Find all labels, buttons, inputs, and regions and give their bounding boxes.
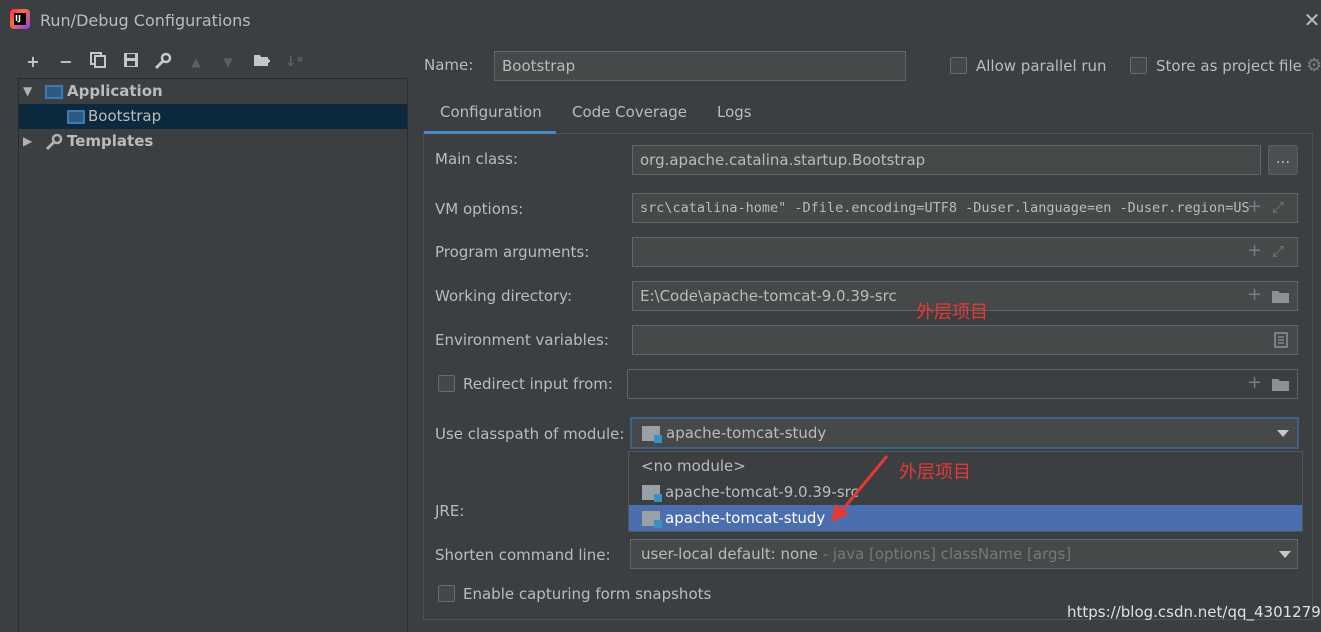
configuration-tree: ▼ Application Bootstrap ▶ Templates: [18, 78, 408, 632]
close-icon[interactable]: ✕: [1300, 8, 1321, 32]
browse-button[interactable]: ...: [1268, 145, 1298, 175]
allow-parallel-label: Allow parallel run: [976, 57, 1107, 75]
environment-variables-field[interactable]: [632, 325, 1298, 355]
main-class-field[interactable]: org.apache.catalina.startup.Bootstrap: [632, 145, 1261, 175]
store-project-checkbox[interactable]: [1130, 57, 1147, 74]
name-label: Name:: [424, 56, 474, 74]
add-icon[interactable]: +: [1247, 237, 1262, 265]
snapshots-label: Enable capturing form snapshots: [463, 585, 712, 603]
expand-arrow-icon[interactable]: ▼: [23, 79, 32, 104]
shorten-value: user-local default: none: [641, 545, 818, 563]
dropdown-option-tomcat-study[interactable]: apache-tomcat-study: [629, 505, 1302, 531]
folder-icon[interactable]: [1271, 377, 1291, 396]
watermark: https://blog.csdn.net/qq_43012792: [1067, 603, 1321, 621]
shorten-hint: - java [options] className [args]: [817, 545, 1072, 563]
tree-item-application[interactable]: ▼ Application: [19, 79, 407, 104]
tree-item-label: Application: [67, 82, 163, 100]
chevron-down-icon[interactable]: [1277, 430, 1289, 437]
move-up-icon[interactable]: ▲: [185, 52, 207, 72]
redirect-input-label: Redirect input from:: [463, 375, 613, 393]
add-icon[interactable]: +: [1247, 281, 1262, 309]
module-icon: [642, 511, 662, 528]
wrench-icon[interactable]: [152, 52, 174, 72]
window-title: Run/Debug Configurations: [40, 11, 251, 30]
application-icon: [45, 85, 63, 99]
selected-module: apache-tomcat-study: [666, 424, 827, 442]
expand-arrow-icon[interactable]: ▶: [23, 129, 32, 154]
tree-item-bootstrap[interactable]: Bootstrap: [19, 104, 407, 129]
annotation-note: 外层项目: [916, 302, 988, 323]
allow-parallel-checkbox[interactable]: [950, 57, 967, 74]
jre-label: JRE:: [435, 502, 465, 520]
working-directory-label: Working directory:: [435, 287, 573, 305]
vm-options-label: VM options:: [435, 200, 524, 218]
name-field[interactable]: Bootstrap: [494, 51, 906, 81]
add-icon[interactable]: +: [1247, 369, 1262, 397]
tab-configuration[interactable]: Configuration: [424, 100, 556, 134]
tree-item-label: Templates: [67, 132, 154, 150]
folder-icon[interactable]: [1271, 289, 1291, 308]
gear-icon[interactable]: ⚙: [1306, 55, 1321, 76]
module-icon: [642, 485, 662, 502]
expand-icon[interactable]: ⤢: [1272, 193, 1284, 221]
wrench-icon: [45, 129, 63, 159]
copy-icon[interactable]: [87, 52, 109, 72]
new-folder-icon[interactable]: [251, 52, 273, 72]
tree-item-templates[interactable]: ▶ Templates: [19, 129, 407, 154]
classpath-module-label: Use classpath of module:: [435, 425, 625, 443]
tab-code-coverage[interactable]: Code Coverage: [572, 100, 687, 134]
tab-logs[interactable]: Logs: [717, 100, 752, 134]
option-label: apache-tomcat-study: [665, 509, 826, 527]
annotation-arrow: [831, 455, 889, 522]
intellij-logo-icon: IJ: [10, 9, 30, 29]
classpath-module-select[interactable]: apache-tomcat-study: [630, 417, 1299, 449]
annotation-note: 外层项目: [899, 462, 971, 483]
add-icon[interactable]: +: [1247, 193, 1262, 221]
document-icon[interactable]: [1274, 332, 1288, 352]
tree-item-label: Bootstrap: [88, 107, 162, 125]
shorten-command-select[interactable]: user-local default: none - java [options…: [630, 539, 1298, 569]
main-class-label: Main class:: [435, 150, 518, 168]
save-icon[interactable]: [120, 52, 142, 72]
store-project-label: Store as project file: [1156, 57, 1302, 75]
program-arguments-label: Program arguments:: [435, 243, 590, 261]
shorten-command-label: Shorten command line:: [435, 546, 611, 564]
expand-icon[interactable]: ⤢: [1272, 237, 1284, 265]
vm-options-field[interactable]: src\catalina-home" -Dfile.encoding=UTF8 …: [632, 193, 1298, 223]
snapshots-checkbox[interactable]: [438, 585, 455, 602]
add-icon[interactable]: +: [22, 52, 44, 72]
sort-icon[interactable]: ↓ᵃ: [283, 52, 305, 72]
environment-variables-label: Environment variables:: [435, 331, 609, 349]
move-down-icon[interactable]: ▼: [217, 52, 239, 72]
chevron-down-icon[interactable]: [1279, 551, 1291, 558]
redirect-input-field[interactable]: [627, 369, 1298, 399]
application-icon: [67, 110, 85, 124]
module-icon: [642, 426, 662, 443]
program-arguments-field[interactable]: [632, 237, 1298, 267]
redirect-input-checkbox[interactable]: [438, 375, 455, 392]
remove-icon[interactable]: −: [55, 52, 77, 72]
